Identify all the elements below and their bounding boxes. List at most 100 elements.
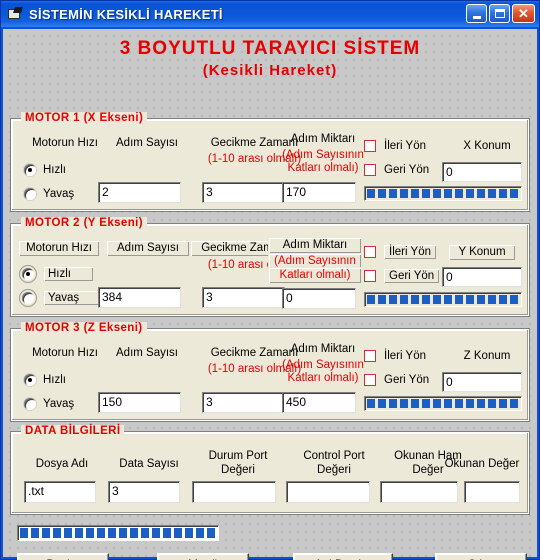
- motor3-radio-slow[interactable]: Yavaş: [24, 398, 74, 410]
- control-port-input[interactable]: [286, 481, 370, 503]
- checkbox-icon: [364, 374, 376, 386]
- menu-button[interactable]: Menü: [157, 553, 249, 560]
- motor3-amount-hint2: Katları olmalı): [287, 372, 359, 384]
- motor3-progress-fill: [367, 399, 519, 408]
- status-port-label-line2: Değeri: [221, 464, 255, 476]
- motor1-radio-fast[interactable]: Hızlı: [24, 164, 66, 176]
- checkbox-icon: [364, 350, 376, 362]
- motor1-group: MOTOR 1 (X Ekseni) Motorun Hızı Hızlı Ya…: [10, 112, 530, 212]
- radio-on-icon: [24, 374, 36, 386]
- motor2-position-value[interactable]: 0: [442, 267, 522, 287]
- motor2-group: MOTOR 2 (Y Ekseni) Motorun Hızı Hızlı Ya…: [10, 217, 530, 317]
- checkbox-icon: [364, 140, 376, 152]
- minimize-button[interactable]: [466, 4, 487, 23]
- motor1-backward-checkbox[interactable]: Geri Yön: [364, 164, 429, 176]
- motor2-group-title: MOTOR 2 (Y Ekseni): [21, 217, 147, 229]
- title-bar: SİSTEMİN KESİKLİ HAREKETİ ✕: [1, 1, 539, 27]
- motor1-amount-hint1: (Adım Sayısının: [282, 149, 364, 161]
- motor2-forward-label: İleri Yön: [384, 245, 436, 259]
- form-body: 3 BOYUTLU TARAYICI SİSTEM (Kesikli Harek…: [3, 29, 537, 560]
- window-controls: ✕: [466, 4, 535, 23]
- motor1-step-count-input[interactable]: 2: [98, 182, 181, 203]
- motor1-step-count-label: Adım Sayısı: [116, 137, 178, 149]
- file-name-input[interactable]: .txt: [24, 481, 96, 503]
- data-group: DATA BİLGİLERİ Dosya Adı .txt Data Sayıs…: [10, 425, 530, 515]
- radio-on-icon: [24, 164, 36, 176]
- application-window: SİSTEMİN KESİKLİ HAREKETİ ✕ 3 BOYUTLU TA…: [0, 0, 540, 560]
- motor1-amount-hint2: Katları olmalı): [287, 162, 359, 174]
- motor3-step-count-label: Adım Sayısı: [116, 347, 178, 359]
- window-title: SİSTEMİN KESİKLİ HAREKETİ: [29, 6, 223, 22]
- start-button[interactable]: Başlat: [17, 553, 109, 560]
- motor2-forward-checkbox[interactable]: İleri Yön: [364, 245, 436, 259]
- motor3-step-count-input[interactable]: 150: [98, 392, 181, 413]
- motor3-amount-input[interactable]: 450: [282, 392, 356, 413]
- form-icon: [7, 7, 23, 21]
- raw-value-input[interactable]: [380, 481, 458, 503]
- motor3-progress-bar: [364, 396, 522, 411]
- motor1-amount-input[interactable]: 170: [282, 182, 356, 203]
- motor1-amount-label: Adım Miktarı: [290, 133, 356, 145]
- motor3-amount-hint1: (Adım Sayısının: [282, 359, 364, 371]
- control-port-label-line1: Control Port: [303, 450, 365, 462]
- motor2-delay-input[interactable]: 3: [202, 287, 285, 308]
- motor1-radio-slow-label: Yavaş: [43, 188, 75, 200]
- motor1-position-label: X Konum: [463, 140, 511, 152]
- close-icon: ✕: [518, 6, 529, 21]
- read-value-label: Okunan Değer: [444, 458, 520, 470]
- motor1-radio-slow[interactable]: Yavaş: [24, 188, 74, 200]
- motor2-position-label: Y Konum: [448, 244, 516, 261]
- motor1-forward-label: İleri Yön: [384, 140, 426, 152]
- page-title-line2: (Kesikli Hareket): [202, 62, 338, 79]
- file-name-label: Dosya Adı: [35, 458, 89, 470]
- motor1-progress-bar: [364, 186, 522, 201]
- radio-on-icon: [22, 268, 34, 280]
- motor2-backward-label: Geri Yön: [384, 269, 440, 283]
- motor3-backward-checkbox[interactable]: Geri Yön: [364, 374, 429, 386]
- data-group-title: DATA BİLGİLERİ: [21, 425, 125, 437]
- maximize-button[interactable]: [489, 4, 510, 23]
- exit-button[interactable]: Çıkış: [435, 553, 527, 560]
- motor3-forward-label: İleri Yön: [384, 350, 426, 362]
- control-port-label-line2: Değeri: [317, 464, 351, 476]
- motor1-radio-fast-label: Hızlı: [43, 164, 66, 176]
- motor3-backward-label: Geri Yön: [384, 374, 430, 386]
- data-count-input[interactable]: 3: [108, 481, 180, 503]
- motor2-speed-label: Motorun Hızı: [18, 240, 100, 257]
- checkbox-icon: [364, 164, 376, 176]
- motor1-position-value[interactable]: 0: [442, 162, 522, 182]
- motor2-backward-checkbox[interactable]: Geri Yön: [364, 269, 440, 283]
- motor1-delay-input[interactable]: 3: [202, 182, 285, 203]
- radio-off-icon: [24, 398, 36, 410]
- stop-button[interactable]: Ani Durdur: [293, 553, 393, 560]
- status-port-label-line1: Durum Port: [208, 450, 268, 462]
- motor2-amount-label: Adım Miktarı: [268, 237, 362, 254]
- motor3-position-label: Z Konum: [463, 350, 511, 362]
- motor3-radio-fast[interactable]: Hızlı: [24, 374, 66, 386]
- close-button[interactable]: ✕: [512, 4, 535, 23]
- radio-off-icon: [24, 188, 36, 200]
- main-progress-bar: [17, 525, 219, 541]
- read-value-input[interactable]: [464, 481, 520, 503]
- motor3-forward-checkbox[interactable]: İleri Yön: [364, 350, 426, 362]
- status-port-input[interactable]: [192, 481, 276, 503]
- motor3-radio-slow-label: Yavaş: [43, 398, 75, 410]
- motor2-step-count-input[interactable]: 384: [98, 287, 181, 308]
- motor2-amount-input[interactable]: 0: [282, 288, 356, 309]
- motor3-group: MOTOR 3 (Z Ekseni) Motorun Hızı Hızlı Ya…: [10, 322, 530, 422]
- motor1-backward-label: Geri Yön: [384, 164, 430, 176]
- motor1-forward-checkbox[interactable]: İleri Yön: [364, 140, 426, 152]
- motor3-delay-input[interactable]: 3: [202, 392, 285, 413]
- main-progress-fill: [20, 528, 216, 538]
- motor2-radio-slow[interactable]: Yavaş: [22, 291, 102, 305]
- motor2-step-count-label: Adım Sayısı: [106, 240, 190, 257]
- motor2-amount-hint2: Katları olmalı): [268, 267, 362, 284]
- motor2-progress-bar: [364, 292, 522, 307]
- motor2-radio-fast[interactable]: Hızlı: [22, 267, 93, 281]
- motor3-amount-label: Adım Miktarı: [290, 343, 356, 355]
- motor2-radio-fast-label: Hızlı: [44, 267, 93, 281]
- radio-off-icon: [22, 292, 34, 304]
- motor3-position-value[interactable]: 0: [442, 372, 522, 392]
- page-title-line1: 3 BOYUTLU TARAYICI SİSTEM: [119, 38, 421, 59]
- data-count-label: Data Sayısı: [119, 458, 179, 470]
